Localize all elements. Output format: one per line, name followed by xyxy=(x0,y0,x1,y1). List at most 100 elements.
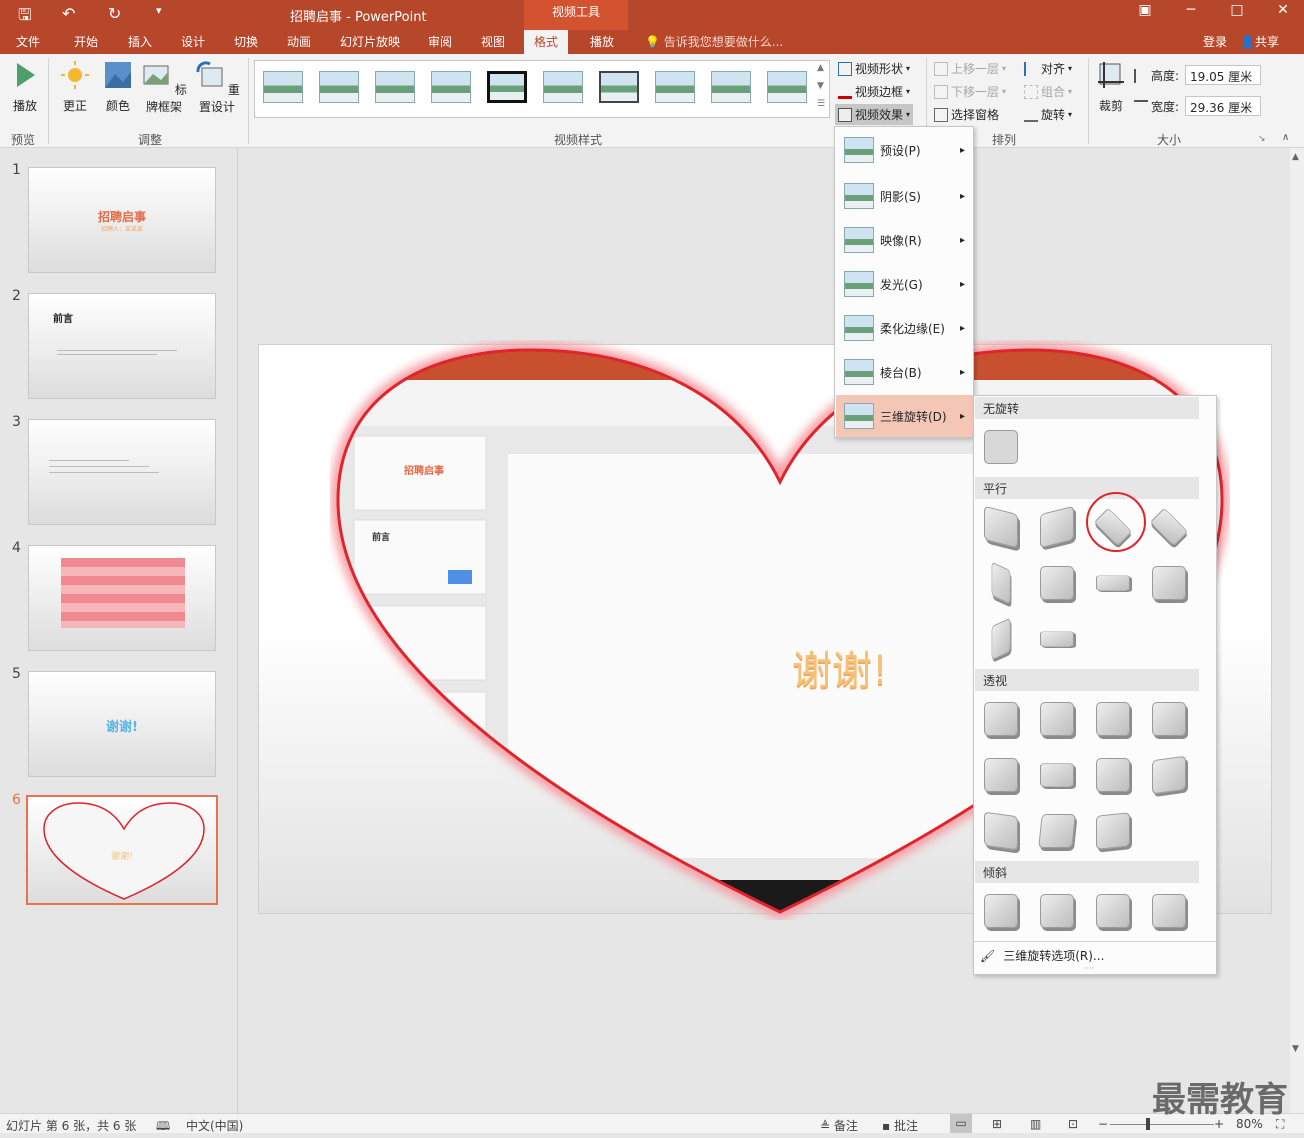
collapse-ribbon-icon[interactable]: ∧ xyxy=(1282,132,1289,143)
reading-view-icon[interactable]: ▥ xyxy=(1030,1117,1041,1131)
rotation-preset[interactable] xyxy=(1040,758,1076,794)
rotation-preset[interactable] xyxy=(1040,702,1076,738)
rotation-preset[interactable] xyxy=(1152,566,1188,602)
gallery-more-icon[interactable]: ☰ xyxy=(817,99,825,109)
video-style-thumb[interactable] xyxy=(487,71,527,103)
rotation-preset[interactable] xyxy=(1096,758,1132,794)
rotation-preset[interactable] xyxy=(984,617,1020,661)
group-button[interactable]: 组合 ▾ xyxy=(1024,83,1072,100)
rotation-preset[interactable] xyxy=(984,505,1020,549)
tab-format[interactable]: 格式 xyxy=(524,30,569,54)
comments-button[interactable]: ▪ 批注 xyxy=(882,1117,918,1134)
video-style-thumb[interactable] xyxy=(431,71,471,103)
video-shape-button[interactable]: 视频形状 ▾ xyxy=(838,60,910,77)
rotation-preset[interactable] xyxy=(1040,622,1076,658)
rotation-preset[interactable] xyxy=(1040,566,1076,602)
rotation-preset[interactable] xyxy=(1152,894,1188,930)
selection-pane-button[interactable]: 选择窗格 xyxy=(934,106,999,123)
zoom-out-icon[interactable]: − xyxy=(1098,1117,1108,1131)
slide-sorter-icon[interactable]: ⊞ xyxy=(992,1117,1002,1131)
rotation-preset[interactable] xyxy=(1096,812,1132,850)
menu-item-bevel[interactable]: 棱台(B) ▸ xyxy=(836,351,973,393)
reset-design-button[interactable]: 重置设计 xyxy=(193,60,241,115)
menu-item-preset[interactable]: 预设(P) ▸ xyxy=(836,129,973,171)
rotation-preset[interactable] xyxy=(1152,702,1188,738)
rotation-preset[interactable] xyxy=(1096,702,1132,738)
save-icon[interactable]: 🖫 xyxy=(18,4,32,31)
bring-forward-button[interactable]: 上移一层 ▾ xyxy=(934,60,1006,77)
spellcheck-icon[interactable]: 🕮 xyxy=(156,1117,170,1138)
menu-item-reflection[interactable]: 映像(R) ▸ xyxy=(836,219,973,261)
rotation-preset[interactable] xyxy=(1040,894,1076,930)
close-icon[interactable]: ✕ xyxy=(1268,2,1298,18)
rotation-preset[interactable] xyxy=(1096,894,1132,930)
tab-transitions[interactable]: 切换 xyxy=(234,33,258,50)
undo-icon[interactable]: ↶ xyxy=(62,4,75,23)
signin-link[interactable]: 登录 xyxy=(1203,33,1227,50)
rotation-preset[interactable] xyxy=(1149,507,1189,547)
rotation-preset[interactable] xyxy=(1152,755,1188,795)
dialog-launcher-icon[interactable]: ↘ xyxy=(1258,134,1266,144)
send-backward-button[interactable]: 下移一层 ▾ xyxy=(934,83,1006,100)
rotation-preset[interactable] xyxy=(984,758,1020,794)
width-input[interactable]: 29.36 厘米 xyxy=(1185,96,1261,116)
video-style-thumb[interactable] xyxy=(711,71,751,103)
color-button[interactable]: 颜色 xyxy=(103,60,133,114)
menu-item-shadow[interactable]: 阴影(S) ▸ xyxy=(836,175,973,217)
tab-slideshow[interactable]: 幻灯片放映 xyxy=(340,33,400,50)
slideshow-view-icon[interactable]: ⊡ xyxy=(1068,1117,1078,1131)
tab-review[interactable]: 审阅 xyxy=(428,33,452,50)
slide-thumbnail[interactable] xyxy=(28,545,216,651)
rotation-preset[interactable] xyxy=(984,561,1020,605)
rotation-preset[interactable] xyxy=(1096,566,1132,602)
language-indicator[interactable]: 中文(中国) xyxy=(186,1117,243,1134)
zoom-slider[interactable] xyxy=(1110,1124,1214,1125)
rotation-preset[interactable] xyxy=(984,894,1020,930)
rotation-preset[interactable] xyxy=(984,811,1020,851)
rotation-preset[interactable] xyxy=(1040,505,1076,549)
scroll-down-icon[interactable]: ▼ xyxy=(1292,1044,1299,1054)
slide-thumbnail[interactable]: 前言 xyxy=(28,293,216,399)
rotation-preset[interactable] xyxy=(1038,814,1076,850)
video-effects-button[interactable]: 视频效果 ▾ xyxy=(835,104,914,125)
gallery-up-icon[interactable]: ▲ xyxy=(817,63,824,73)
align-button[interactable]: 对齐 ▾ xyxy=(1024,60,1072,77)
video-style-thumb[interactable] xyxy=(599,71,639,103)
tell-me-box[interactable]: 💡 告诉我您想要做什么... xyxy=(645,33,783,50)
slide-thumbnail[interactable]: 招聘启事 招聘人：某某某 xyxy=(28,167,216,273)
video-style-thumb[interactable] xyxy=(543,71,583,103)
video-style-thumb[interactable] xyxy=(655,71,695,103)
video-style-thumb[interactable] xyxy=(319,71,359,103)
menu-item-glow[interactable]: 发光(G) ▸ xyxy=(836,263,973,305)
redo-icon[interactable]: ↻ xyxy=(108,4,121,23)
share-button[interactable]: 👤共享 xyxy=(1240,33,1279,50)
tab-home[interactable]: 开始 xyxy=(74,33,98,50)
crop-button[interactable]: 裁剪 xyxy=(1096,60,1126,114)
resize-grip-icon[interactable]: ···· xyxy=(1084,964,1094,973)
poster-frame-button[interactable]: 标牌框架 xyxy=(140,60,188,115)
customize-qat-icon[interactable]: ▾ xyxy=(156,4,162,17)
rotation-preset[interactable] xyxy=(984,702,1020,738)
menu-item-soft-edges[interactable]: 柔化边缘(E) ▸ xyxy=(836,307,973,349)
ribbon-display-icon[interactable]: ▣ xyxy=(1130,2,1160,18)
tab-view[interactable]: 视图 xyxy=(481,33,505,50)
slide-thumbnail-selected[interactable]: 谢谢! xyxy=(26,795,218,905)
notes-button[interactable]: ≜ 备注 xyxy=(820,1117,858,1134)
3d-rotation-options-item[interactable]: 🖌 三维旋转选项(R)... xyxy=(980,947,1104,964)
corrections-button[interactable]: 更正 xyxy=(60,60,90,114)
vertical-scrollbar[interactable]: ▲ ▼ xyxy=(1290,148,1304,1113)
gallery-down-icon[interactable]: ▼ xyxy=(817,81,824,91)
normal-view-icon[interactable]: ▭ xyxy=(950,1114,972,1133)
scroll-up-icon[interactable]: ▲ xyxy=(1292,152,1299,162)
maximize-icon[interactable]: □ xyxy=(1222,2,1252,18)
video-style-thumb[interactable] xyxy=(263,71,303,103)
video-style-thumb[interactable] xyxy=(767,71,807,103)
minimize-icon[interactable]: ─ xyxy=(1176,2,1206,18)
rotate-button[interactable]: 旋转 ▾ xyxy=(1024,106,1072,123)
play-button[interactable]: 播放 xyxy=(10,60,40,114)
zoom-slider-thumb[interactable] xyxy=(1146,1118,1150,1130)
tab-design[interactable]: 设计 xyxy=(181,33,205,50)
tab-insert[interactable]: 插入 xyxy=(128,33,152,50)
video-style-thumb[interactable] xyxy=(375,71,415,103)
tab-playback[interactable]: 播放 xyxy=(590,33,614,50)
